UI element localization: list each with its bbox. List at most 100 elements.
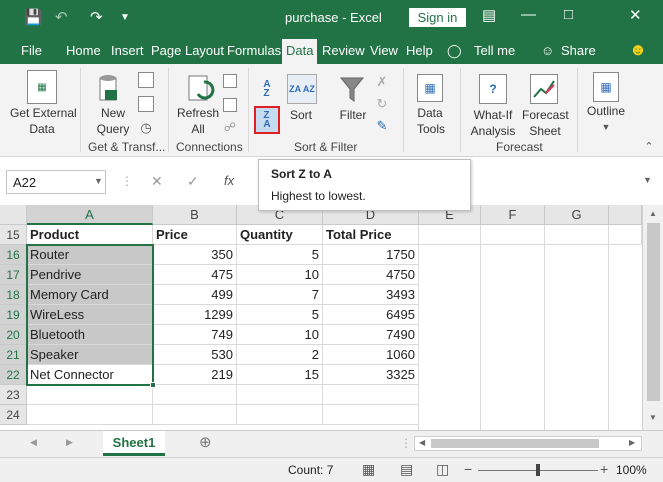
next-sheet-icon[interactable]: ▶: [66, 437, 73, 448]
minimize-icon[interactable]: —: [521, 6, 536, 23]
namebox-dropdown-icon[interactable]: ▼: [94, 176, 103, 186]
zoom-out-icon[interactable]: −: [464, 461, 472, 477]
row-header[interactable]: 22: [0, 365, 27, 385]
tell-me-search[interactable]: Tell me: [474, 43, 515, 58]
scroll-right-icon[interactable]: ▶: [629, 438, 635, 447]
cell-price[interactable]: 1299: [153, 305, 237, 325]
reapply-icon[interactable]: ↻: [374, 96, 390, 112]
cell-total[interactable]: 4750: [323, 265, 419, 285]
cell-price[interactable]: 530: [153, 345, 237, 365]
cell-empty[interactable]: [27, 385, 153, 405]
insert-function-icon[interactable]: fx: [224, 173, 234, 188]
cell-empty[interactable]: [153, 385, 237, 405]
prev-sheet-icon[interactable]: ◀: [30, 437, 37, 448]
scroll-left-icon[interactable]: ◀: [419, 438, 425, 447]
cell-empty[interactable]: [609, 225, 642, 245]
cell-empty[interactable]: [323, 405, 419, 425]
cell-total[interactable]: 3493: [323, 285, 419, 305]
signin-button[interactable]: Sign in: [409, 8, 466, 27]
column-header-f[interactable]: F: [481, 205, 545, 225]
sort-z-to-a-icon[interactable]: ZA: [254, 106, 280, 134]
scroll-down-icon[interactable]: ▼: [649, 413, 657, 422]
zoom-slider-thumb[interactable]: [536, 464, 540, 476]
row-header[interactable]: 20: [0, 325, 27, 345]
data-tools-icon[interactable]: ▦: [417, 74, 443, 102]
cell-total[interactable]: 1750: [323, 245, 419, 265]
clear-filter-icon[interactable]: ✗: [374, 74, 390, 90]
row-header[interactable]: 24: [0, 405, 27, 425]
advanced-filter-icon[interactable]: ✎: [374, 118, 390, 134]
close-icon[interactable]: ✕: [629, 6, 642, 24]
cell-empty[interactable]: [237, 385, 323, 405]
tab-view[interactable]: View: [370, 43, 398, 58]
scroll-up-icon[interactable]: ▲: [649, 209, 657, 218]
cell-total[interactable]: 3325: [323, 365, 419, 385]
cell-quantity[interactable]: 2: [237, 345, 323, 365]
cell-quantity[interactable]: 5: [237, 245, 323, 265]
show-queries-icon[interactable]: [138, 72, 154, 88]
share-icon[interactable]: ☺: [541, 43, 554, 58]
filter-icon[interactable]: [339, 74, 365, 104]
cell-quantity[interactable]: 15: [237, 365, 323, 385]
fill-handle[interactable]: [150, 382, 156, 388]
tab-data[interactable]: Data: [282, 39, 318, 64]
cell-empty[interactable]: [481, 225, 545, 245]
name-box[interactable]: A22: [6, 170, 106, 194]
save-icon[interactable]: 💾: [24, 8, 43, 26]
get-external-data-label[interactable]: Get External: [10, 106, 77, 120]
cell-empty[interactable]: [419, 225, 481, 245]
cell-price[interactable]: 475: [153, 265, 237, 285]
column-header-b[interactable]: B: [153, 205, 237, 225]
cell-quantity[interactable]: 10: [237, 265, 323, 285]
tab-file[interactable]: File: [21, 43, 42, 58]
data-tools-label[interactable]: Data: [414, 106, 446, 120]
tab-page-layout[interactable]: Page Layout: [151, 43, 224, 58]
column-header-h[interactable]: [609, 205, 642, 225]
cell-price[interactable]: 499: [153, 285, 237, 305]
row-header[interactable]: 15: [0, 225, 27, 245]
row-header[interactable]: 17: [0, 265, 27, 285]
tab-help[interactable]: Help: [406, 43, 433, 58]
get-external-data-icon[interactable]: ▦: [27, 70, 57, 104]
row-header[interactable]: 21: [0, 345, 27, 365]
recent-sources-icon[interactable]: ◷: [138, 120, 154, 136]
row-header[interactable]: 18: [0, 285, 27, 305]
get-external-data-label2[interactable]: Data: [10, 122, 74, 136]
tab-review[interactable]: Review: [322, 43, 365, 58]
cell-price[interactable]: 219: [153, 365, 237, 385]
connections-icon[interactable]: [223, 74, 237, 88]
cell-total-header[interactable]: Total Price: [323, 225, 419, 245]
cell-quantity[interactable]: 7: [237, 285, 323, 305]
page-layout-view-icon[interactable]: ▤: [400, 461, 413, 478]
tab-formulas[interactable]: Formulas: [227, 43, 281, 58]
collapse-ribbon-icon[interactable]: ⌃: [643, 140, 655, 153]
properties-icon[interactable]: [223, 98, 237, 112]
vertical-scrollbar[interactable]: ▲ ▼: [642, 205, 663, 430]
lightbulb-icon[interactable]: ◯: [447, 43, 462, 59]
normal-view-icon[interactable]: ▦: [362, 461, 375, 478]
row-header[interactable]: 23: [0, 385, 27, 405]
worksheet-grid[interactable]: A B C D E F G ▲ ▼ 15 16 17 18 19 20 21 2…: [0, 205, 663, 430]
what-if-analysis-icon[interactable]: ?: [479, 74, 507, 104]
cell-empty[interactable]: [323, 385, 419, 405]
share-button[interactable]: Share: [561, 43, 596, 58]
cell-quantity[interactable]: 10: [237, 325, 323, 345]
undo-icon[interactable]: ↶: [55, 8, 68, 26]
forecast-sheet-label2[interactable]: Sheet: [526, 124, 564, 138]
cell-total[interactable]: 7490: [323, 325, 419, 345]
cell-price[interactable]: 749: [153, 325, 237, 345]
sort-a-to-z-icon[interactable]: AZ: [257, 78, 277, 100]
row-header[interactable]: 19: [0, 305, 27, 325]
from-table-icon[interactable]: [138, 96, 154, 112]
cell-empty[interactable]: [237, 405, 323, 425]
cell-product-header[interactable]: Product: [27, 225, 153, 245]
scrollbar-thumb[interactable]: [647, 223, 660, 401]
zoom-in-icon[interactable]: +: [600, 461, 608, 477]
ribbon-options-icon[interactable]: ▤: [482, 6, 496, 24]
column-header-g[interactable]: G: [545, 205, 609, 225]
refresh-label2[interactable]: All: [180, 122, 216, 136]
redo-icon[interactable]: ↷: [90, 8, 103, 26]
cell-empty[interactable]: [153, 405, 237, 425]
cell-quantity[interactable]: 5: [237, 305, 323, 325]
cell-quantity-header[interactable]: Quantity: [237, 225, 323, 245]
